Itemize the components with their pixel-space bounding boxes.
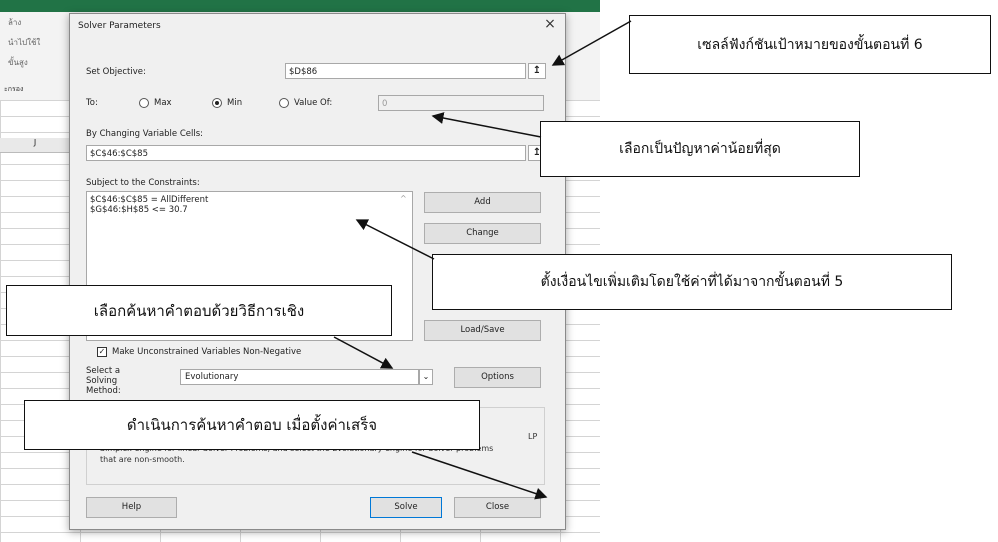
arrow-objective (551, 20, 632, 66)
arrow-constraints (355, 219, 435, 260)
callout-arrows (333, 20, 632, 500)
arrow-solve (411, 451, 548, 500)
arrow-minimize (431, 112, 542, 138)
arrow-method (333, 336, 394, 369)
